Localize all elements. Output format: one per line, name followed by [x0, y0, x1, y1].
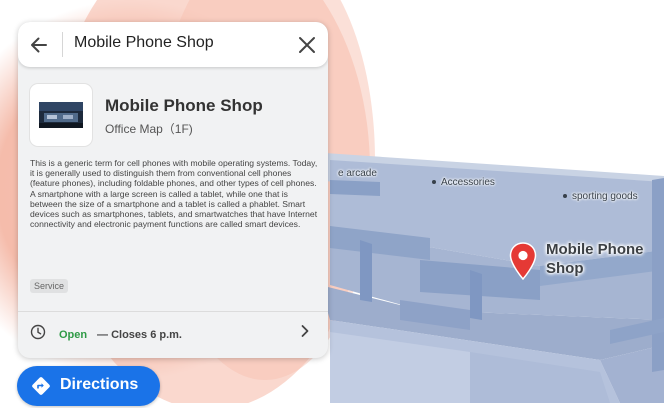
map-label-accessories[interactable]: Accessories	[432, 177, 495, 188]
place-title: Mobile Phone Shop	[105, 96, 263, 115]
directions-label: Directions	[60, 376, 139, 393]
arrow-left-icon[interactable]	[26, 32, 52, 58]
search-divider	[62, 32, 63, 57]
closing-time-text: Closes 6 p.m.	[111, 329, 182, 341]
location-pin-icon[interactable]	[509, 242, 537, 280]
hours-separator: —	[97, 329, 108, 341]
place-description: This is a generic term for cell phones w…	[30, 158, 318, 230]
place-location: Office Map（1F)	[105, 122, 193, 136]
map-marker-dot	[432, 180, 436, 185]
map-label-arcade[interactable]: e arcade	[338, 168, 377, 179]
closing-time: — Closes 6 p.m.	[97, 329, 182, 341]
place-thumbnail[interactable]	[30, 84, 92, 146]
place-photo	[39, 102, 83, 128]
pin-label[interactable]: Mobile Phone Shop	[546, 240, 664, 278]
directions-icon	[32, 377, 50, 395]
category-tag[interactable]: Service	[30, 279, 69, 293]
opening-hours-row[interactable]: Open — Closes 6 p.m.	[18, 312, 328, 358]
open-status: Open	[59, 329, 88, 341]
map-label-sporting-goods[interactable]: sporting goods	[563, 191, 638, 202]
close-icon[interactable]	[294, 32, 320, 58]
directions-button[interactable]: Directions	[17, 366, 160, 406]
search-input[interactable]: Mobile Phone Shop	[74, 34, 214, 52]
map-marker-dot	[563, 194, 567, 199]
chevron-right-icon[interactable]	[298, 323, 312, 339]
place-details-panel: Mobile Phone Shop Mobile Phone Shop Offi…	[18, 22, 328, 358]
search-bar: Mobile Phone Shop	[18, 22, 328, 67]
clock-icon	[30, 324, 46, 340]
